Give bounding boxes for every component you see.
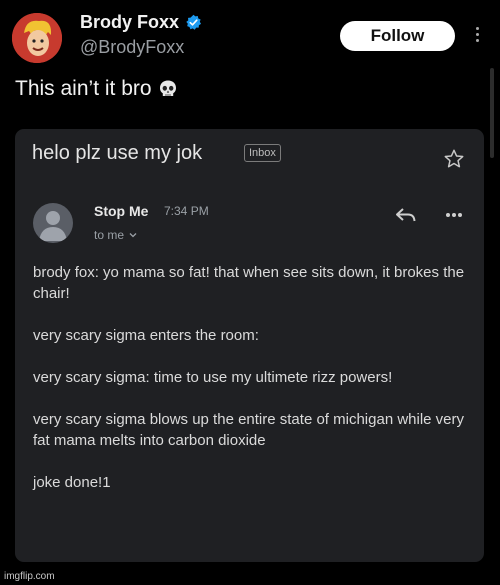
star-outline-icon[interactable] <box>443 148 465 170</box>
watermark: imgflip.com <box>4 571 55 582</box>
inbox-label[interactable]: Inbox <box>244 144 281 162</box>
author-name[interactable]: Brody Foxx <box>80 12 202 33</box>
recipient-details[interactable]: to me <box>94 228 138 242</box>
follow-button[interactable]: Follow <box>340 21 455 51</box>
skull-emoji-icon <box>159 80 176 96</box>
tweet-header: Brody Foxx @BrodyFoxx Follow <box>10 10 490 66</box>
email-time: 7:34 PM <box>164 204 209 218</box>
email-paragraph: joke done!1 <box>33 474 111 491</box>
email-subject: helo plz use my jok <box>32 142 203 164</box>
email-paragraph: very scary sigma: time to use my ultimet… <box>33 369 393 386</box>
email-paragraph: brody fox: yo mama so fat! that when see… <box>33 264 465 302</box>
tweet-text: This ain’t it bro <box>15 77 178 101</box>
tweet-text-content: This ain’t it bro <box>15 77 152 100</box>
author-avatar[interactable] <box>12 13 62 63</box>
email-paragraph: very scary sigma blows up the entire sta… <box>33 411 465 449</box>
author-handle[interactable]: @BrodyFoxx <box>80 37 202 58</box>
sender-avatar[interactable] <box>33 203 73 243</box>
recipient-text: to me <box>94 228 125 242</box>
more-horizontal-icon[interactable] <box>445 212 463 218</box>
email-body: brody fox: yo mama so fat! that when see… <box>33 262 473 514</box>
chevron-down-icon <box>129 233 137 238</box>
author-name-text: Brody Foxx <box>80 12 180 32</box>
email-screenshot: helo plz use my jok Inbox Stop Me 7:34 P… <box>15 129 484 562</box>
verified-badge-icon <box>186 14 202 30</box>
reply-arrow-icon[interactable] <box>395 206 417 224</box>
more-vertical-icon[interactable] <box>472 24 482 48</box>
sender-name: Stop Me <box>94 203 149 219</box>
scrollbar[interactable] <box>490 68 494 158</box>
email-paragraph: very scary sigma enters the room: <box>33 327 259 344</box>
